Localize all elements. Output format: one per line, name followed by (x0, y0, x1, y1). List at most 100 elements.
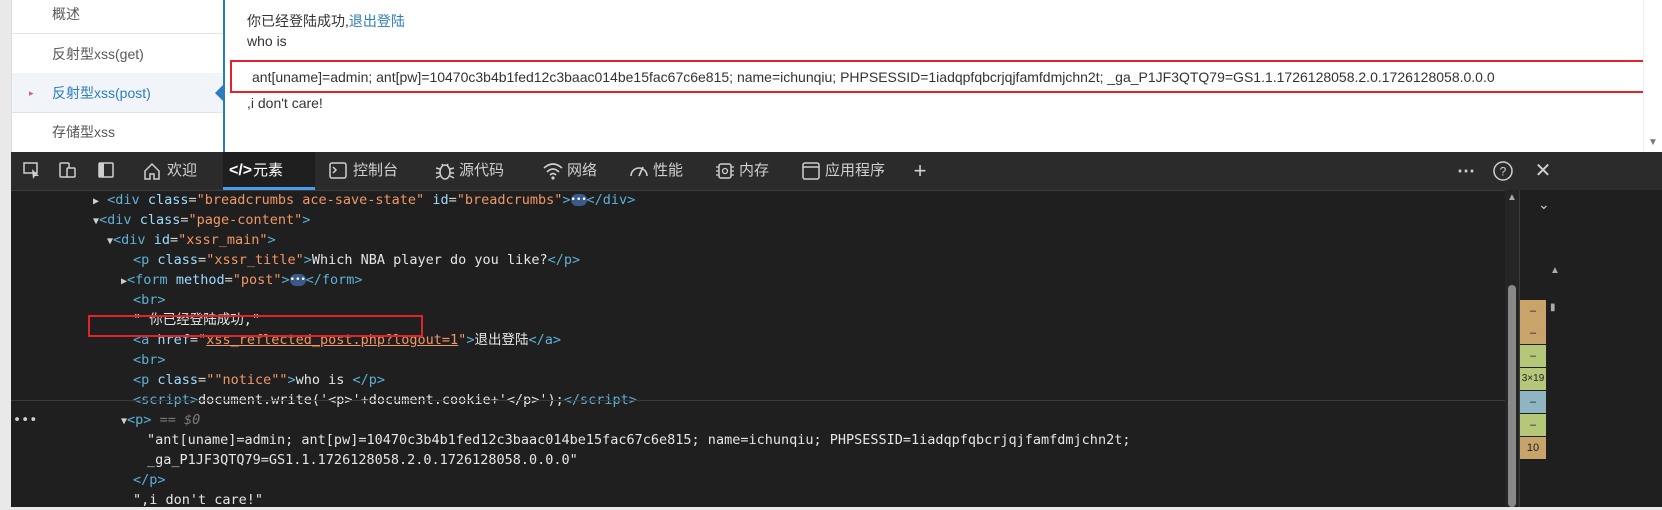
sidebar-nav: 概述 反射型xss(get) ▸ 反射型xss(post) 存储型xss (11, 0, 225, 152)
chevron-down-icon[interactable]: ⌄ (1538, 196, 1550, 213)
login-status-text: 你已经登陆成功, (247, 13, 349, 29)
dom-node-cookie-text-cont[interactable]: _ga_P1JF3QTQ79=GS1.1.1726128058.2.0.1726… (147, 450, 578, 470)
dom-node-cookie-text[interactable]: "ant[uname]=admin; ant[pw]=10470c3b4b1fe… (147, 430, 1130, 450)
box-model-margin: 10 (1520, 437, 1546, 459)
tab-sources[interactable]: 源代码 (429, 152, 527, 190)
row-actions-icon[interactable]: ••• (13, 410, 37, 430)
dom-tree-scrollbar[interactable]: ▲ (1505, 190, 1519, 507)
attr-value: "breadcrumbs" (456, 192, 563, 208)
tab-console[interactable]: 控制台 (323, 152, 419, 190)
box-model-value: 10 (1526, 442, 1540, 454)
sidebar-item-label: 反射型xss(get) (52, 46, 144, 62)
dom-node-form[interactable]: ▶<form method="post">•••</form> (121, 270, 363, 290)
inspect-icon[interactable] (21, 160, 43, 182)
box-model-value: – (1529, 396, 1537, 408)
dom-node-page-content[interactable]: ▼<div class="page-content"> (93, 210, 310, 230)
dom-node-tail-text[interactable]: ",i don't care!" (133, 490, 263, 510)
dom-node-p-close[interactable]: </p> (133, 470, 166, 490)
add-tab-icon[interactable]: + (909, 160, 931, 182)
box-model-value: 3×19 (1521, 373, 1545, 384)
help-icon[interactable]: ? (1492, 160, 1514, 182)
expand-triangle-icon[interactable]: ▶ (93, 196, 99, 207)
more-options-icon[interactable]: ⋯ (1455, 160, 1477, 182)
scroll-down-icon[interactable]: ▼ (1648, 137, 1658, 148)
cookie-highlight-box: ant[uname]=admin; ant[pw]=10470c3b4b1fed… (230, 60, 1648, 93)
dom-tree: ▶ <div class="breadcrumbs ace-save-state… (11, 190, 1597, 510)
dom-node-xssr-title[interactable]: <p class="xssr_title">Which NBA player d… (133, 250, 580, 270)
tab-elements[interactable]: </> 元素 (223, 152, 315, 190)
tab-label: 欢迎 (167, 162, 198, 179)
sidebar-item-reflected-post[interactable]: ▸ 反射型xss(post) (12, 73, 225, 113)
code-icon: </> (229, 162, 253, 179)
selected-row-divider (11, 400, 1505, 421)
devtools-panel: 欢迎 </> 元素 控制台 源代码 网络 性能 内存 应用程序 + ⋯ ? ✕ … (11, 152, 1662, 510)
tab-label: 源代码 (459, 162, 505, 179)
node-text: who is (295, 372, 353, 388)
tab-label: 元素 (253, 162, 284, 179)
attr-value: "xssr_title" (206, 252, 304, 268)
node-text: 退出登陆 (474, 332, 529, 348)
dom-node-br[interactable]: <br> (133, 350, 166, 370)
tab-memory[interactable]: 内存 (709, 152, 791, 190)
sidebar-item-label: 存储型xss (52, 124, 115, 140)
device-emulation-icon[interactable] (57, 160, 79, 182)
dont-care-text: ,i don't care! (247, 95, 323, 111)
tab-label: 内存 (739, 162, 770, 179)
scroll-up-icon[interactable]: ▲ (1550, 265, 1560, 276)
ellipsis-icon[interactable]: ••• (289, 274, 306, 286)
notice-highlight-box (88, 315, 423, 337)
box-model-value: – (1529, 327, 1537, 339)
tab-performance[interactable]: 性能 (623, 152, 703, 190)
svg-text:?: ? (1500, 165, 1507, 179)
close-icon[interactable]: ✕ (1532, 160, 1554, 182)
attr-value: "breadcrumbs ace-save-state" (196, 192, 425, 208)
tab-network[interactable]: 网络 (537, 152, 621, 190)
dom-node-xssr-main[interactable]: ▼<div id="xssr_main"> (107, 230, 276, 250)
box-model-border: – (1520, 322, 1546, 344)
node-text: Which NBA player do you like? (311, 252, 548, 268)
bullet-arrow-icon: ▸ (29, 88, 34, 98)
tab-welcome[interactable]: 欢迎 (137, 152, 217, 190)
cookie-text: ant[uname]=admin; ant[pw]=10470c3b4b1fed… (252, 69, 1495, 85)
logout-link[interactable]: 退出登陆 (349, 13, 405, 29)
node-text: _ga_P1JF3QTQ79=GS1.1.1726128058.2.0.1726… (147, 452, 578, 468)
tab-label: 应用程序 (825, 162, 886, 179)
dock-panel-icon[interactable] (95, 160, 117, 182)
web-page: 概述 反射型xss(get) ▸ 反射型xss(post) 存储型xss 你已经… (0, 0, 1662, 152)
box-model-margin: – (1520, 300, 1546, 322)
box-model-value: – (1529, 350, 1537, 362)
box-model-padding: – (1520, 391, 1546, 413)
tab-application[interactable]: 应用程序 (795, 152, 907, 190)
scrollbar-thumb[interactable] (1508, 285, 1516, 507)
sidebar-item-overview[interactable]: 概述 (12, 0, 224, 34)
notice-text: who is (247, 33, 287, 49)
page-scrollbar[interactable]: ▼ (1643, 0, 1662, 152)
styles-panel: ⌄ ▲ – – – 3×19 – – 10 ▮ (1519, 190, 1662, 507)
attr-value: "xssr_main" (178, 232, 268, 248)
selected-marker: == $0 (159, 412, 201, 428)
scroll-up-icon[interactable]: ▲ (1507, 192, 1517, 203)
ellipsis-icon[interactable]: ••• (570, 194, 587, 206)
box-model-padding: – (1520, 345, 1546, 367)
dom-node-p-selected[interactable]: ▼<p> == $0 (121, 410, 200, 430)
box-model-border: – (1520, 414, 1546, 436)
sidebar-item-reflected-get[interactable]: 反射型xss(get) (12, 34, 224, 74)
login-status: 你已经登陆成功,退出登陆 (247, 11, 405, 31)
node-text: "ant[uname]=admin; ant[pw]=10470c3b4b1fe… (147, 432, 1131, 448)
box-model-content: 3×19 (1520, 368, 1546, 390)
attr-value: "post" (232, 272, 282, 288)
dom-node-br[interactable]: <br> (133, 290, 166, 310)
devtools-toolbar: 欢迎 </> 元素 控制台 源代码 网络 性能 内存 应用程序 + ⋯ ? ✕ (11, 152, 1662, 191)
dom-node-breadcrumbs[interactable]: ▶ <div class="breadcrumbs ace-save-state… (93, 190, 635, 210)
sidebar-item-label: 反射型xss(post) (52, 85, 151, 101)
tab-label: 网络 (567, 162, 598, 179)
dom-node-notice[interactable]: <p class=""notice"">who is </p> (133, 370, 385, 390)
box-model-value: – (1529, 419, 1537, 431)
sidebar-item-stored[interactable]: 存储型xss (12, 112, 224, 152)
attr-value: "page-content" (188, 212, 303, 228)
scroll-indicator-icon: ▮ (1550, 302, 1556, 313)
tab-label: 性能 (653, 162, 684, 179)
tab-label: 控制台 (353, 162, 399, 179)
attr-value: "notice" (214, 372, 280, 388)
main-content: 你已经登陆成功,退出登陆 who is ant[uname]=admin; an… (225, 0, 1648, 152)
